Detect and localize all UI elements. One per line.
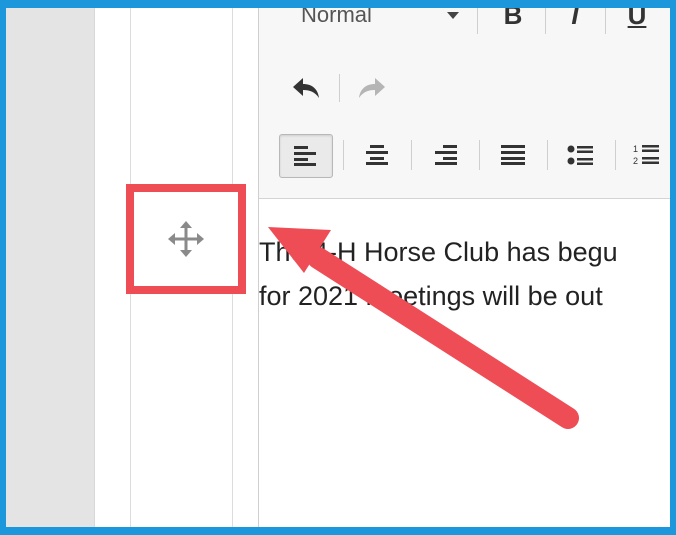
underline-label: U bbox=[627, 0, 647, 30]
chevron-down-icon bbox=[447, 12, 459, 19]
toolbar-row-history bbox=[259, 66, 670, 110]
toolbar-separator bbox=[547, 140, 548, 170]
align-justify-button[interactable] bbox=[491, 134, 535, 176]
editor-content[interactable]: The 4-H Horse Club has begu for 2021 mee… bbox=[259, 230, 670, 318]
redo-icon bbox=[359, 78, 385, 98]
align-left-button[interactable] bbox=[279, 134, 333, 178]
toolbar-separator bbox=[477, 8, 478, 34]
content-line: for 2021 meetings will be out bbox=[259, 281, 603, 311]
left-gutter bbox=[6, 8, 95, 527]
svg-text:1: 1 bbox=[633, 144, 638, 154]
redo-button[interactable] bbox=[353, 70, 389, 106]
align-center-button[interactable] bbox=[355, 134, 399, 176]
align-justify-icon bbox=[501, 145, 525, 165]
toolbar-separator bbox=[411, 140, 412, 170]
screenshot-frame: Normal B I U 1 2 The 4-H Horse Club has … bbox=[0, 0, 676, 535]
toolbar-row-alignment: 1 2 bbox=[259, 130, 670, 178]
underline-button[interactable]: U bbox=[619, 0, 655, 32]
content-line: The 4-H Horse Club has begu bbox=[259, 237, 618, 267]
undo-button[interactable] bbox=[289, 70, 325, 106]
svg-text:2: 2 bbox=[633, 156, 638, 166]
bold-button[interactable]: B bbox=[493, 0, 533, 32]
italic-button[interactable]: I bbox=[557, 0, 593, 32]
italic-label: I bbox=[571, 0, 579, 30]
toolbar-separator bbox=[545, 8, 546, 34]
toolbar-separator bbox=[615, 140, 616, 170]
bulleted-list-button[interactable] bbox=[559, 134, 603, 176]
undo-icon bbox=[293, 78, 319, 98]
editor-toolbar: Normal B I U 1 2 bbox=[259, 8, 670, 199]
move-icon[interactable] bbox=[166, 219, 206, 259]
numbered-list-button[interactable]: 1 2 bbox=[625, 134, 669, 176]
rich-text-editor: Normal B I U 1 2 The 4-H Horse Club has … bbox=[258, 8, 670, 527]
bulleted-list-icon bbox=[567, 145, 593, 165]
bold-label: B bbox=[503, 0, 523, 30]
toolbar-separator bbox=[605, 8, 606, 34]
highlight-box bbox=[126, 184, 246, 294]
align-left-icon bbox=[294, 146, 316, 166]
toolbar-separator bbox=[479, 140, 480, 170]
toolbar-separator bbox=[339, 74, 340, 102]
align-right-button[interactable] bbox=[423, 134, 467, 176]
align-right-icon bbox=[435, 145, 457, 165]
align-center-icon bbox=[366, 145, 388, 165]
paragraph-style-select[interactable]: Normal bbox=[301, 2, 461, 28]
numbered-list-icon: 1 2 bbox=[633, 144, 659, 166]
toolbar-separator bbox=[343, 140, 344, 170]
paragraph-style-value: Normal bbox=[301, 2, 372, 27]
toolbar-row-format: Normal B I U bbox=[259, 8, 670, 52]
